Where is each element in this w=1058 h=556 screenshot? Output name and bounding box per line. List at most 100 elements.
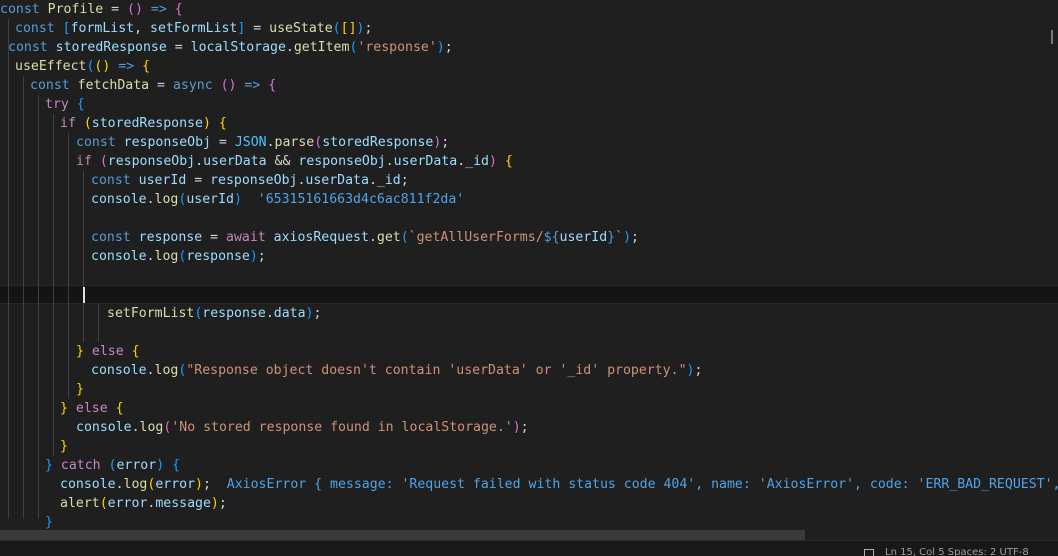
code-line[interactable]: const storedResponse = localStorage.getI… (8, 38, 453, 57)
code-line[interactable]: } (60, 437, 68, 456)
code-line[interactable]: alert(error.message); (60, 494, 227, 513)
code-token: ( (99, 496, 108, 511)
code-line[interactable]: try { (45, 95, 85, 114)
code-line[interactable]: console.log('No stored response found in… (76, 418, 529, 437)
code-line[interactable]: if (storedResponse) { (60, 114, 227, 133)
code-token: storedResponse (55, 40, 167, 55)
code-token: console (91, 363, 147, 378)
code-token: alert (60, 496, 100, 511)
indent-guide (53, 114, 54, 456)
code-token: ) (210, 496, 219, 511)
code-token: console (91, 249, 147, 264)
code-token: ; (444, 40, 453, 55)
code-token: } (60, 439, 68, 454)
code-token: JSON (234, 135, 267, 150)
code-line[interactable]: const responseObj = JSON.parse(storedRes… (76, 133, 449, 152)
code-token: response (138, 230, 203, 245)
code-token: ; (313, 306, 322, 321)
horizontal-scrollbar-thumb[interactable] (0, 530, 805, 540)
code-token: ; (631, 230, 639, 245)
horizontal-scrollbar[interactable] (0, 530, 1058, 540)
code-token: userData (305, 173, 369, 188)
code-token: => (110, 59, 143, 74)
code-token: . (457, 154, 466, 169)
code-token: Profile (47, 2, 104, 17)
code-token: ) (512, 420, 521, 435)
current-line-highlight (0, 285, 1058, 304)
code-token: ; (202, 477, 211, 492)
code-token: console (91, 192, 147, 207)
indent-guide (98, 304, 99, 342)
code-token: ; (694, 363, 703, 378)
scroll-marker (1051, 30, 1053, 44)
code-token: useEffect (15, 59, 87, 74)
code-token: . (265, 306, 274, 321)
code-token: fetchData (77, 78, 150, 93)
code-token: useState (269, 21, 333, 36)
code-token: log (154, 363, 179, 378)
code-line[interactable]: } else { (60, 399, 124, 418)
code-token: const (91, 173, 139, 188)
code-token: } (60, 401, 68, 416)
code-line[interactable]: useEffect(() => { (15, 57, 150, 76)
code-token: && (266, 154, 299, 169)
code-line[interactable]: console.log("Response object doesn't con… (91, 361, 702, 380)
code-token: ; (520, 420, 529, 435)
code-token: const (8, 40, 56, 55)
code-token: = (103, 2, 128, 17)
code-token: responseObj (298, 154, 386, 169)
code-token: ) (305, 306, 314, 321)
code-token: log (123, 477, 148, 492)
code-line[interactable]: console.log(userId) '65315161663d4c6ac81… (91, 190, 464, 209)
code-token: async (172, 78, 221, 93)
code-editor[interactable]: const Profile = () => {const [formList, … (0, 0, 1058, 530)
code-token: . (368, 230, 377, 245)
code-line[interactable]: console.log(error); AxiosError { message… (60, 475, 1058, 494)
code-token: () (127, 2, 143, 17)
code-token: () (94, 59, 111, 74)
code-token: parse (274, 135, 315, 150)
code-token: 'No stored response found in localStorag… (171, 420, 513, 435)
code-token: { (174, 2, 183, 17)
code-token: . (115, 477, 124, 492)
code-token: responseObj (107, 154, 196, 169)
code-line[interactable]: console.log(response); (91, 247, 266, 266)
indent-guide (38, 95, 39, 519)
status-text: Ln 15, Col 5 Spaces: 2 UTF-8 (885, 547, 1029, 556)
code-token: } (76, 344, 84, 359)
code-line[interactable]: const [formList, setFormList] = useState… (15, 19, 372, 38)
code-token: [ (62, 21, 71, 36)
code-token: = (245, 21, 270, 36)
code-token: ; (364, 21, 373, 36)
code-token: setFormList (107, 306, 195, 321)
code-token: [] (340, 21, 357, 36)
code-line[interactable]: } else { (76, 342, 140, 361)
code-token: } (607, 230, 616, 245)
code-token: . (146, 363, 155, 378)
code-token: . (146, 192, 155, 207)
code-token: ) (202, 116, 211, 131)
status-icon[interactable] (864, 549, 874, 556)
code-line[interactable]: setFormList(response.data); (107, 304, 321, 323)
code-token: response (186, 249, 250, 264)
code-token: formList (70, 21, 135, 36)
indent-guide (8, 19, 9, 519)
code-line[interactable]: const userId = responseObj.userData._id; (91, 171, 409, 190)
inline-value-hint: AxiosError { message: 'Request failed wi… (210, 477, 1058, 492)
code-line[interactable]: const Profile = () => { (0, 0, 183, 19)
code-line[interactable]: const response = await axiosRequest.get(… (91, 228, 639, 247)
code-line[interactable]: if (responseObj.userData && responseObj.… (76, 152, 513, 171)
code-line[interactable]: } catch (error) { (45, 456, 180, 475)
code-line[interactable]: } (76, 380, 84, 399)
code-token: error (107, 496, 148, 511)
code-token: ) (156, 458, 165, 473)
status-bar: Ln 15, Col 5 Spaces: 2 UTF-8 (0, 540, 1058, 556)
code-token: } (45, 458, 53, 473)
code-token: ${ (543, 230, 560, 245)
code-line[interactable]: } (45, 513, 53, 530)
code-line[interactable]: const fetchData = async () => { (30, 76, 276, 95)
code-token: { (210, 116, 227, 131)
code-token: else (67, 401, 116, 416)
code-token: ) (623, 230, 632, 245)
code-token: try (45, 97, 77, 112)
